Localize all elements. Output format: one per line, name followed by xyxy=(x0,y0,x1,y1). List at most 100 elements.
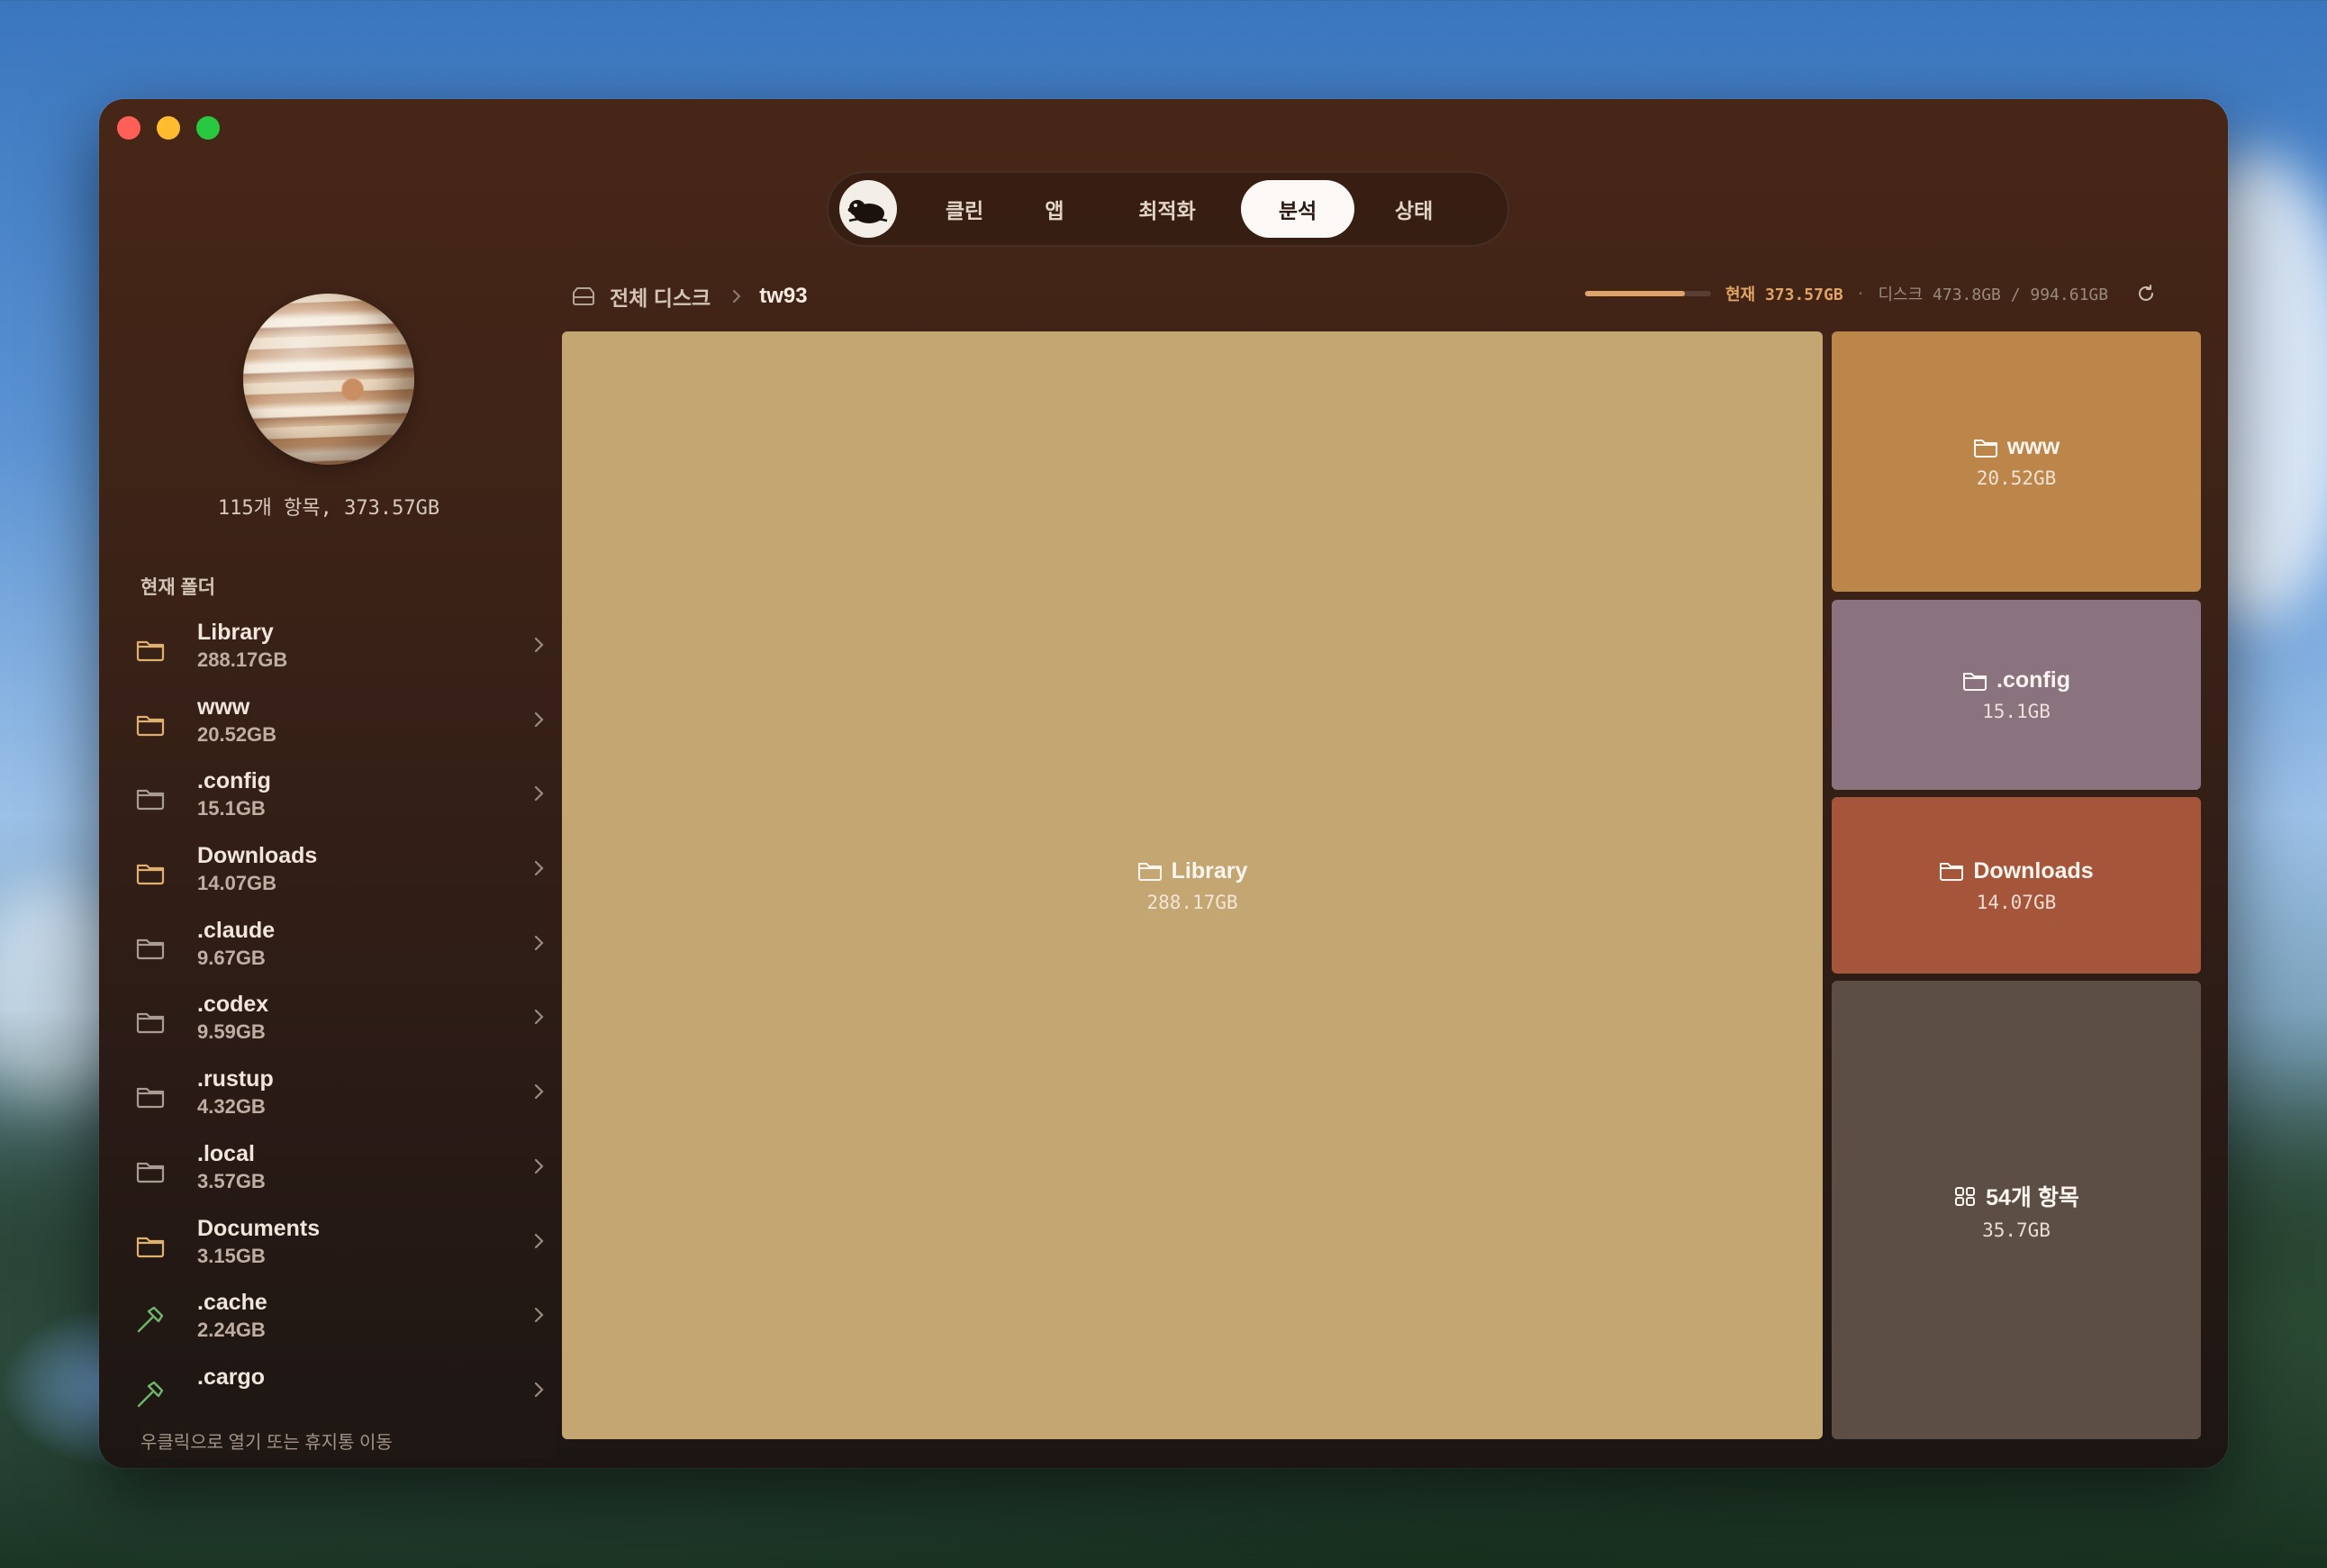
folder-icon xyxy=(136,640,165,662)
chevron-right-icon[interactable] xyxy=(528,1304,549,1326)
folder-icon xyxy=(1940,863,1964,881)
tile-label: Downloads xyxy=(1973,857,2094,884)
chevron-right-icon[interactable] xyxy=(528,783,549,804)
folder-size: 14.07GB xyxy=(197,872,277,895)
folder-list-item[interactable]: Documents 3.15GB xyxy=(135,1210,558,1285)
folder-icon xyxy=(136,1237,165,1257)
folder-list-item[interactable]: .claude 9.67GB xyxy=(135,912,558,987)
mole-icon xyxy=(847,200,888,223)
folder-size: 20.52GB xyxy=(197,722,277,746)
tile-size: 15.1GB xyxy=(1982,701,2051,722)
folder-list-item[interactable]: .rustup 4.32GB xyxy=(135,1061,558,1136)
disk-usage-text: 디스크 473.8GB / 994.61GB xyxy=(1878,286,2109,304)
usage-progress-fill xyxy=(1585,291,1685,296)
folder-icon xyxy=(1137,863,1162,881)
tile-label: www xyxy=(2006,434,2060,459)
chevron-right-icon xyxy=(733,290,741,303)
chevron-right-icon[interactable] xyxy=(528,634,549,656)
chevron-right-icon[interactable] xyxy=(528,932,549,954)
disk-drive-icon xyxy=(573,287,594,305)
treemap-tile-downloads[interactable]: Downloads 14.07GB xyxy=(1832,797,2201,974)
folder-name: .config xyxy=(197,768,271,794)
folder-name: .rustup xyxy=(197,1066,274,1092)
treemap-tile-config[interactable]: .config 15.1GB xyxy=(1832,600,2201,790)
tab-apps[interactable]: 앱 xyxy=(1014,180,1095,238)
folder-list-item[interactable]: www 20.52GB xyxy=(135,689,558,764)
tile-size: 14.07GB xyxy=(1976,891,2057,913)
folder-icon xyxy=(136,1162,165,1183)
folder-name: .codex xyxy=(197,992,269,1018)
folder-size: 4.32GB xyxy=(197,1095,266,1119)
folder-list-item[interactable]: Downloads 14.07GB xyxy=(135,838,558,912)
disk-usage: 현재 373.57GB · 디스크 473.8GB / 994.61GB xyxy=(1585,282,2157,305)
jupiter-planet-image xyxy=(243,294,414,465)
folder-icon xyxy=(136,1013,165,1034)
folder-list-item[interactable]: .codex 9.59GB xyxy=(135,986,558,1061)
tile-size: 288.17GB xyxy=(1146,891,1238,913)
folder-size: 15.1GB xyxy=(197,797,266,820)
folder-size: 3.57GB xyxy=(197,1169,266,1192)
treemap-tile-www[interactable]: www 20.52GB xyxy=(1832,331,2201,592)
breadcrumb-current: tw93 xyxy=(759,284,808,308)
folder-summary: 115개 항목, 373.57GB xyxy=(217,497,440,520)
treemap-tile-library[interactable]: Library 288.17GB xyxy=(562,331,1823,1439)
chevron-right-icon[interactable] xyxy=(528,1006,549,1028)
mole-logo-button[interactable] xyxy=(839,180,897,238)
folder-list-item[interactable]: .config 15.1GB xyxy=(135,763,558,838)
folder-list-item[interactable]: .cache 2.24GB xyxy=(135,1284,558,1359)
folder-name: Library xyxy=(197,620,274,645)
folder-name: .local xyxy=(197,1140,255,1166)
chevron-right-icon[interactable] xyxy=(528,857,549,879)
tab-status[interactable]: 상태 xyxy=(1358,180,1470,238)
chevron-right-icon[interactable] xyxy=(528,1379,549,1400)
context-menu-hint: 우클릭으로 열기 또는 휴지통 이동 xyxy=(140,1413,555,1458)
folder-size: 288.17GB xyxy=(197,648,288,671)
sidebar: 115개 항목, 373.57GB 현재 폴더 Library 288.17GB… xyxy=(99,99,585,1468)
tile-label: 54개 항목 xyxy=(1986,1184,2079,1210)
main-tab-bar: 클린 앱 최적화 분석 상태 xyxy=(827,171,1509,247)
folder-icon xyxy=(136,790,165,811)
tile-label: .config xyxy=(1997,667,2070,693)
usage-progress-bar xyxy=(1585,291,1711,296)
chevron-right-icon[interactable] xyxy=(528,1081,549,1102)
folder-name: Downloads xyxy=(197,843,318,869)
refresh-icon[interactable] xyxy=(2135,283,2157,304)
folder-icon xyxy=(136,715,165,736)
breadcrumb-root-link[interactable]: 전체 디스크 xyxy=(610,281,711,312)
current-usage-text: 현재 373.57GB xyxy=(1725,286,1843,304)
folder-list-item[interactable]: Library 288.17GB xyxy=(135,614,558,689)
folder-list-item[interactable]: .local 3.57GB xyxy=(135,1136,558,1210)
folder-icon xyxy=(1973,439,1997,458)
chevron-right-icon[interactable] xyxy=(528,1230,549,1252)
folder-size: 9.67GB xyxy=(197,946,266,969)
folder-icon xyxy=(1963,672,1987,691)
breadcrumb: 전체 디스크 tw93 xyxy=(570,281,808,312)
folder-name: .cache xyxy=(197,1290,267,1316)
chevron-right-icon[interactable] xyxy=(528,709,549,730)
folder-icon xyxy=(136,938,165,959)
folder-icon xyxy=(136,864,165,885)
hammer-icon xyxy=(137,1381,164,1408)
folder-size: 9.59GB xyxy=(197,1020,266,1044)
hammer-icon xyxy=(137,1306,164,1333)
folder-size: 2.24GB xyxy=(197,1319,266,1342)
tile-label: Library xyxy=(1171,857,1248,884)
grid-icon xyxy=(1955,1186,1976,1206)
folder-list: Library 288.17GB www 20.52GB .config 15.… xyxy=(135,614,558,1468)
tab-clean[interactable]: 클린 xyxy=(924,180,1005,238)
folder-icon xyxy=(136,1088,165,1109)
chevron-right-icon[interactable] xyxy=(528,1156,549,1177)
folder-name: www xyxy=(197,693,250,720)
treemap-tile-other-items[interactable]: 54개 항목 35.7GB xyxy=(1832,981,2201,1439)
tab-analyze[interactable]: 분석 xyxy=(1241,180,1354,238)
folder-name: .cargo xyxy=(197,1364,266,1390)
current-folder-heading: 현재 폴더 xyxy=(140,577,216,598)
tile-size: 20.52GB xyxy=(1976,467,2057,489)
folder-size: 3.15GB xyxy=(197,1244,266,1267)
folder-name: Documents xyxy=(197,1215,321,1241)
folder-name: .claude xyxy=(197,917,276,943)
usage-separator: · xyxy=(1855,284,1866,304)
tab-optimize[interactable]: 최적화 xyxy=(1113,180,1221,238)
app-window: 클린 앱 최적화 분석 상태 115개 항목, 373.57GB 현재 폴더 L… xyxy=(99,99,2228,1468)
tile-size: 35.7GB xyxy=(1982,1219,2051,1241)
